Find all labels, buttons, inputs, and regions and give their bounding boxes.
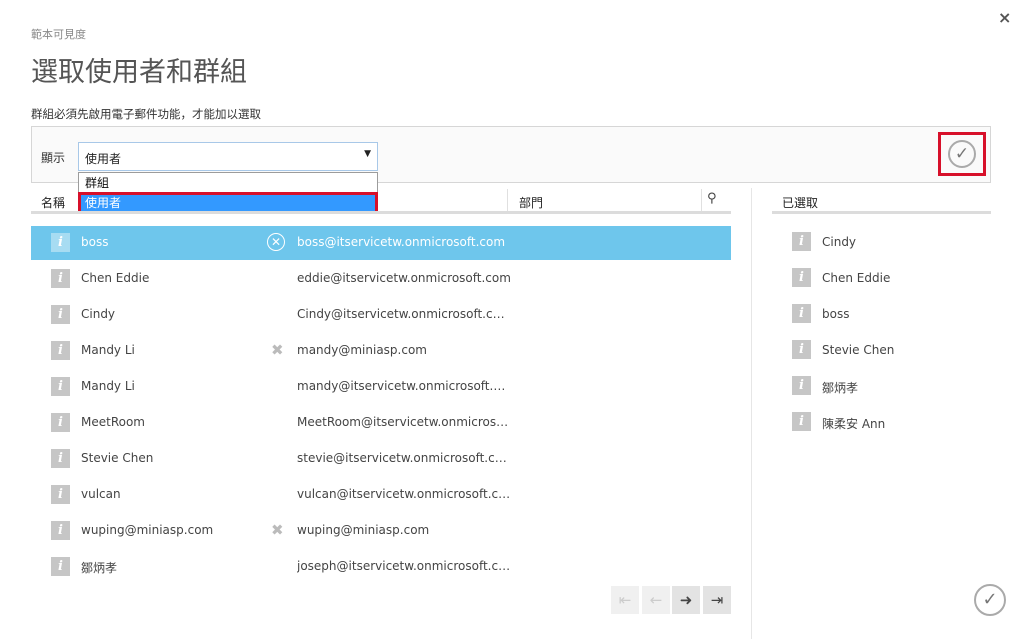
next-page-icon[interactable]: ➜ [672, 586, 700, 614]
table-row[interactable]: i Stevie Chen stevie@itservicetw.onmicro… [31, 442, 731, 476]
search-icon[interactable]: ⚲ [707, 191, 727, 209]
row-email: mandy@itservicetw.onmicrosoft.com [297, 379, 511, 393]
column-name[interactable]: 名稱 [41, 194, 65, 211]
info-icon[interactable]: i [51, 377, 70, 396]
table-row[interactable]: i 鄒炳孝 joseph@itservicetw.onmicrosoft.com [31, 550, 731, 584]
selected-header-label: 已選取 [782, 196, 819, 210]
unavailable-x-icon: ✖ [271, 341, 284, 359]
selected-item[interactable]: i Cindy [792, 229, 992, 263]
panel-divider [751, 188, 752, 639]
column-department[interactable]: 部門 [519, 194, 543, 211]
row-name: MeetRoom [81, 415, 145, 429]
row-email: wuping@miniasp.com [297, 523, 430, 537]
selected-item[interactable]: i Stevie Chen [792, 337, 992, 371]
row-name: Chen Eddie [81, 271, 150, 285]
selected-item[interactable]: i 鄒炳孝 [792, 373, 992, 407]
selected-item-name: Stevie Chen [822, 343, 895, 357]
confirm-button-top[interactable]: ✓ [938, 132, 986, 176]
selected-item-name: Chen Eddie [822, 271, 891, 285]
unavailable-x-icon: ✖ [271, 521, 284, 539]
info-icon[interactable]: i [51, 269, 70, 288]
show-label: 顯示 [41, 151, 66, 165]
close-icon[interactable]: × [998, 10, 1011, 26]
table-row[interactable]: i MeetRoom MeetRoom@itservicetw.onmicros… [31, 406, 731, 440]
instruction-note: 群組必須先啟用電子郵件功能，才能加以選取 [31, 107, 261, 121]
info-icon[interactable]: i [51, 557, 70, 576]
show-select[interactable]: 使用者 ▼ [78, 142, 378, 171]
info-icon[interactable]: i [51, 413, 70, 432]
row-email: MeetRoom@itservicetw.onmicrosoft.c... [297, 415, 511, 429]
row-name: Mandy Li [81, 379, 135, 393]
column-header: 名稱 部門 ⚲ [31, 188, 731, 214]
table-row[interactable]: i Chen Eddie eddie@itservicetw.onmicroso… [31, 262, 731, 296]
row-email: stevie@itservicetw.onmicrosoft.com [297, 451, 511, 465]
column-separator [507, 189, 508, 211]
row-email: joseph@itservicetw.onmicrosoft.com [297, 559, 511, 573]
table-row[interactable]: i wuping@miniasp.com ✖ wuping@miniasp.co… [31, 514, 731, 548]
row-name: vulcan [81, 487, 121, 501]
info-icon[interactable]: i [792, 376, 811, 395]
check-icon: ✓ [948, 140, 976, 168]
row-name: wuping@miniasp.com [81, 523, 214, 537]
row-email: mandy@miniasp.com [297, 343, 427, 357]
info-icon[interactable]: i [51, 449, 70, 468]
info-icon[interactable]: i [51, 521, 70, 540]
table-row[interactable]: i boss ✕ boss@itservicetw.onmicrosoft.co… [31, 226, 731, 260]
selected-header: 已選取 [772, 188, 991, 214]
info-icon[interactable]: i [51, 233, 70, 252]
row-name: Cindy [81, 307, 116, 321]
row-name: Mandy Li [81, 343, 135, 357]
info-icon[interactable]: i [51, 341, 70, 360]
info-icon[interactable]: i [51, 485, 70, 504]
row-email: eddie@itservicetw.onmicrosoft.com [297, 271, 511, 285]
info-icon[interactable]: i [792, 412, 811, 431]
row-name: Stevie Chen [81, 451, 154, 465]
show-select-value: 使用者 [85, 152, 122, 166]
info-icon[interactable]: i [51, 305, 70, 324]
info-icon[interactable]: i [792, 268, 811, 287]
table-row[interactable]: i Mandy Li mandy@itservicetw.onmicrosoft… [31, 370, 731, 404]
info-icon[interactable]: i [792, 232, 811, 251]
selected-item[interactable]: i Chen Eddie [792, 265, 992, 299]
last-page-icon[interactable]: ⇥ [703, 586, 731, 614]
info-icon[interactable]: i [792, 340, 811, 359]
info-icon[interactable]: i [792, 304, 811, 323]
prev-page-icon[interactable]: ← [642, 586, 670, 614]
remove-icon[interactable]: ✕ [267, 233, 285, 251]
table-row[interactable]: i vulcan vulcan@itservicetw.onmicrosoft.… [31, 478, 731, 512]
table-row[interactable]: i Mandy Li ✖ mandy@miniasp.com [31, 334, 731, 368]
selected-item[interactable]: i boss [792, 301, 992, 335]
first-page-icon[interactable]: ⇤ [611, 586, 639, 614]
column-separator [701, 189, 702, 211]
row-email: boss@itservicetw.onmicrosoft.com [297, 235, 506, 249]
row-email: vulcan@itservicetw.onmicrosoft.com [297, 487, 511, 501]
selected-item[interactable]: i 陳柔安 Ann [792, 409, 992, 443]
confirm-button-bottom[interactable]: ✓ [974, 584, 1008, 618]
selected-item-name: Cindy [822, 235, 857, 249]
page-subtitle: 範本可見度 [31, 28, 86, 41]
selected-item-name: 陳柔安 Ann [822, 417, 886, 431]
table-row[interactable]: i Cindy Cindy@itservicetw.onmicrosoft.co… [31, 298, 731, 332]
row-email: Cindy@itservicetw.onmicrosoft.com [297, 307, 511, 321]
selected-item-name: 鄒炳孝 [822, 381, 859, 395]
check-icon: ✓ [974, 584, 1006, 616]
dropdown-arrow-icon: ▼ [364, 149, 371, 159]
row-name: 鄒炳孝 [81, 561, 118, 575]
row-name: boss [81, 235, 109, 249]
page-title: 選取使用者和群組 [31, 57, 247, 88]
selected-item-name: boss [822, 307, 850, 321]
